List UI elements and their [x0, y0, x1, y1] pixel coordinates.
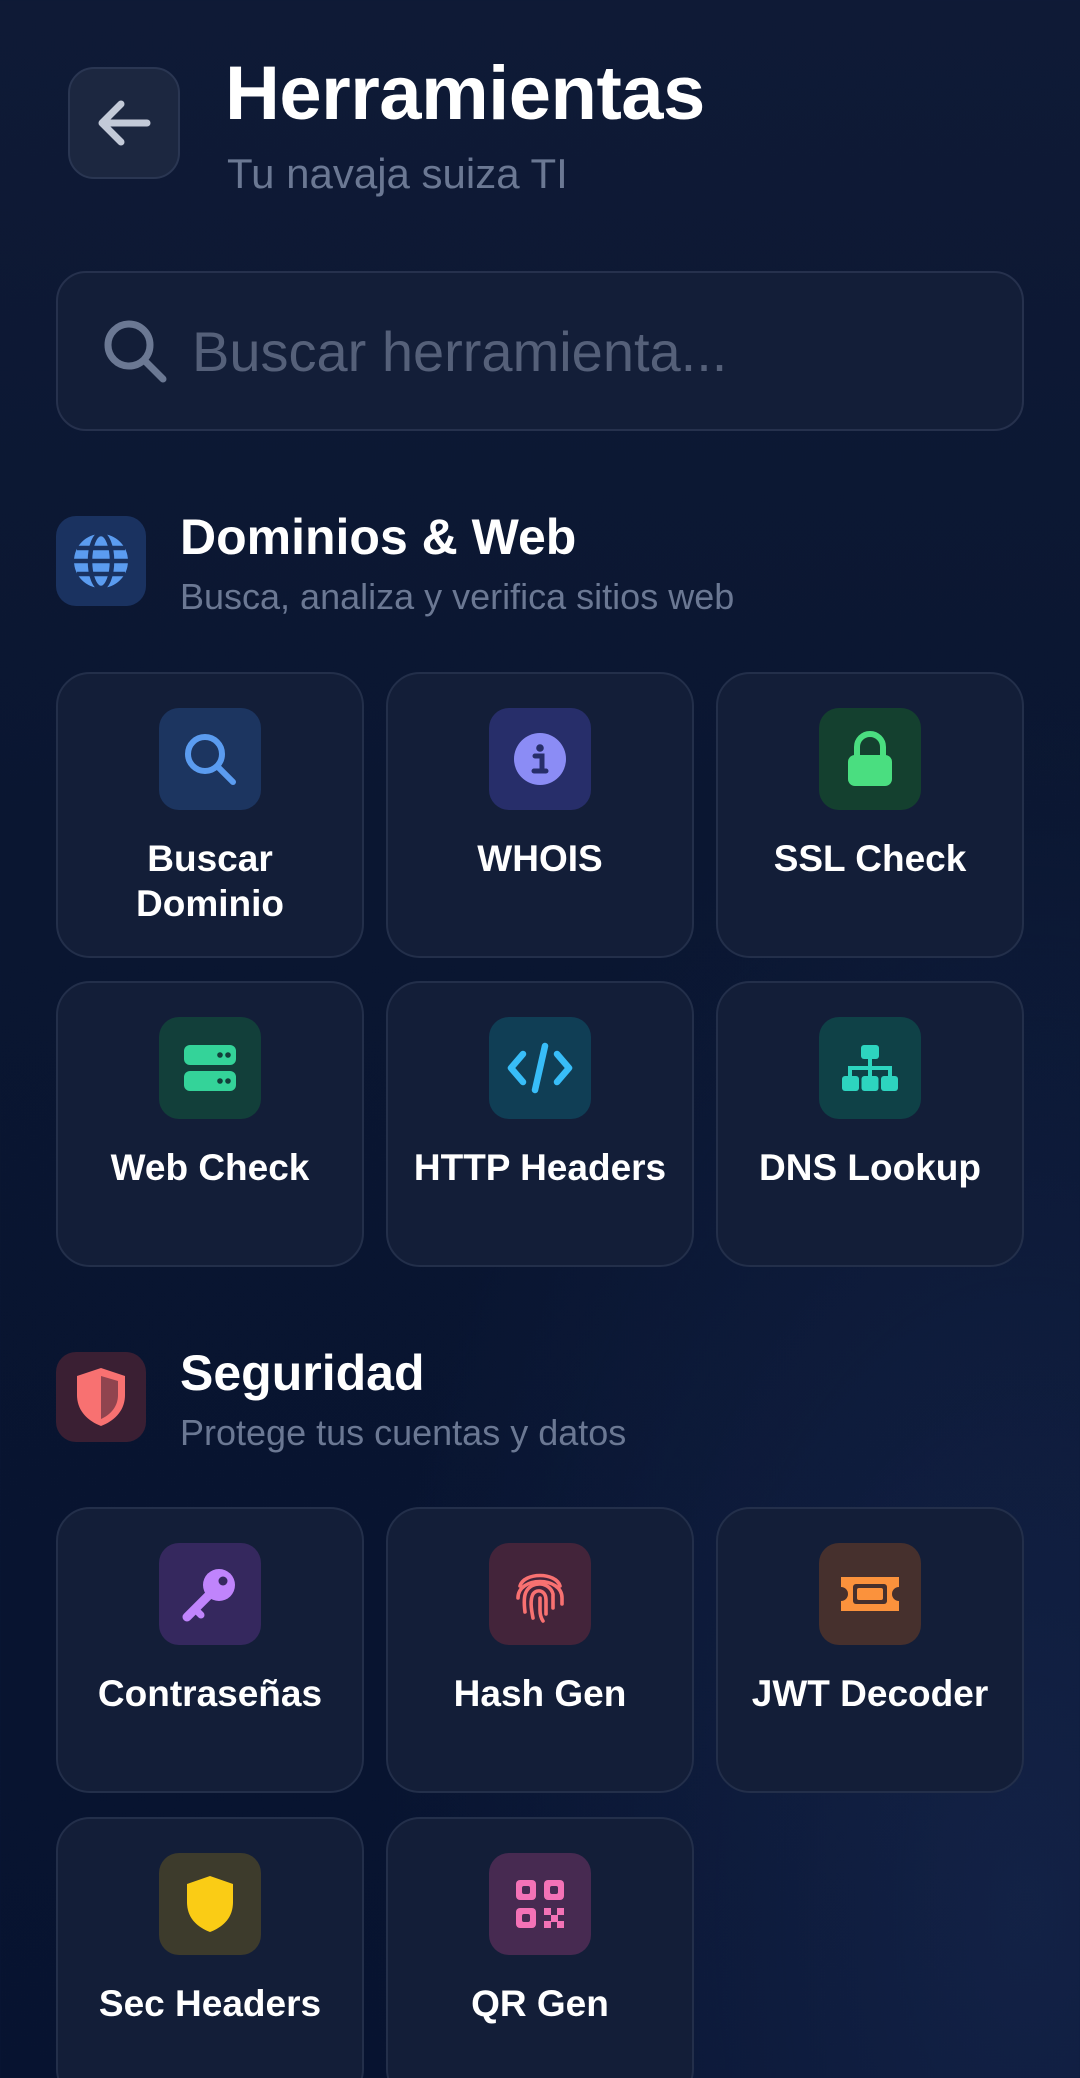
section-icon-security — [56, 1352, 146, 1442]
tool-web-check[interactable]: Web Check — [56, 981, 364, 1267]
search-icon — [104, 320, 167, 383]
tool-sec-headers[interactable]: Sec Headers — [56, 1817, 364, 2078]
tool-contrasenas[interactable]: Contraseñas — [56, 1507, 364, 1793]
tool-label: Buscar Dominio — [136, 838, 284, 924]
tile-icon-bg — [819, 708, 921, 810]
tile-icon-bg — [489, 708, 591, 810]
shield-icon — [77, 1368, 125, 1426]
tile-icon-bg — [159, 708, 261, 810]
key-icon — [182, 1569, 235, 1622]
shield-icon — [187, 1876, 233, 1932]
section-title: Dominios & Web — [180, 509, 577, 565]
tool-hash-gen[interactable]: Hash Gen — [386, 1507, 694, 1793]
tool-label: DNS Lookup — [759, 1147, 981, 1188]
tool-label: JWT Decoder — [751, 1673, 989, 1714]
page-subtitle: Tu navaja suiza TI — [227, 150, 568, 197]
tool-label: Contraseñas — [97, 1673, 323, 1714]
tile-icon-bg — [489, 1017, 591, 1119]
search-icon — [185, 734, 236, 785]
tool-label: SSL Check — [773, 838, 967, 879]
tool-qr-gen[interactable]: QR Gen — [386, 1817, 694, 2078]
tile-icon-bg — [819, 1017, 921, 1119]
search-input[interactable] — [192, 318, 992, 384]
tile-icon-bg — [489, 1853, 591, 1955]
tool-label: WHOIS — [477, 838, 603, 879]
tool-jwt-decoder[interactable]: JWT Decoder — [716, 1507, 1024, 1793]
arrow-left-icon — [98, 100, 151, 146]
tool-http-headers[interactable]: HTTP Headers — [386, 981, 694, 1267]
tool-label: QR Gen — [471, 1983, 609, 2024]
tool-dns-lookup[interactable]: DNS Lookup — [716, 981, 1024, 1267]
lock-icon — [848, 731, 892, 786]
section-title: Seguridad — [180, 1345, 425, 1401]
tool-label: Web Check — [110, 1147, 310, 1188]
back-button[interactable] — [68, 67, 180, 179]
tile-icon-bg — [819, 1543, 921, 1645]
section-icon-domains — [56, 516, 146, 606]
section-subtitle: Protege tus cuentas y datos — [180, 1412, 627, 1453]
tile-icon-bg — [159, 1543, 261, 1645]
tile-icon-bg — [489, 1543, 591, 1645]
sitemap-icon — [842, 1045, 898, 1091]
page-title: Herramientas — [225, 51, 705, 136]
search-bar[interactable] — [56, 271, 1024, 431]
tool-label: HTTP Headers — [413, 1147, 667, 1188]
tool-ssl-check[interactable]: SSL Check — [716, 672, 1024, 958]
code-icon — [507, 1042, 573, 1094]
qrcode-icon — [516, 1880, 564, 1928]
tool-whois[interactable]: WHOIS — [386, 672, 694, 958]
server-icon — [184, 1045, 236, 1091]
tile-icon-bg — [159, 1017, 261, 1119]
tile-icon-bg — [159, 1853, 261, 1955]
tool-label: Hash Gen — [453, 1673, 627, 1714]
globe-icon — [74, 531, 128, 591]
tool-label: Sec Headers — [98, 1983, 322, 2024]
section-subtitle: Busca, analiza y verifica sitios web — [180, 576, 735, 617]
tool-buscar-dominio[interactable]: Buscar Dominio — [56, 672, 364, 958]
ticket-icon — [841, 1577, 899, 1611]
fingerprint-icon — [516, 1573, 564, 1623]
info-icon — [514, 733, 566, 785]
